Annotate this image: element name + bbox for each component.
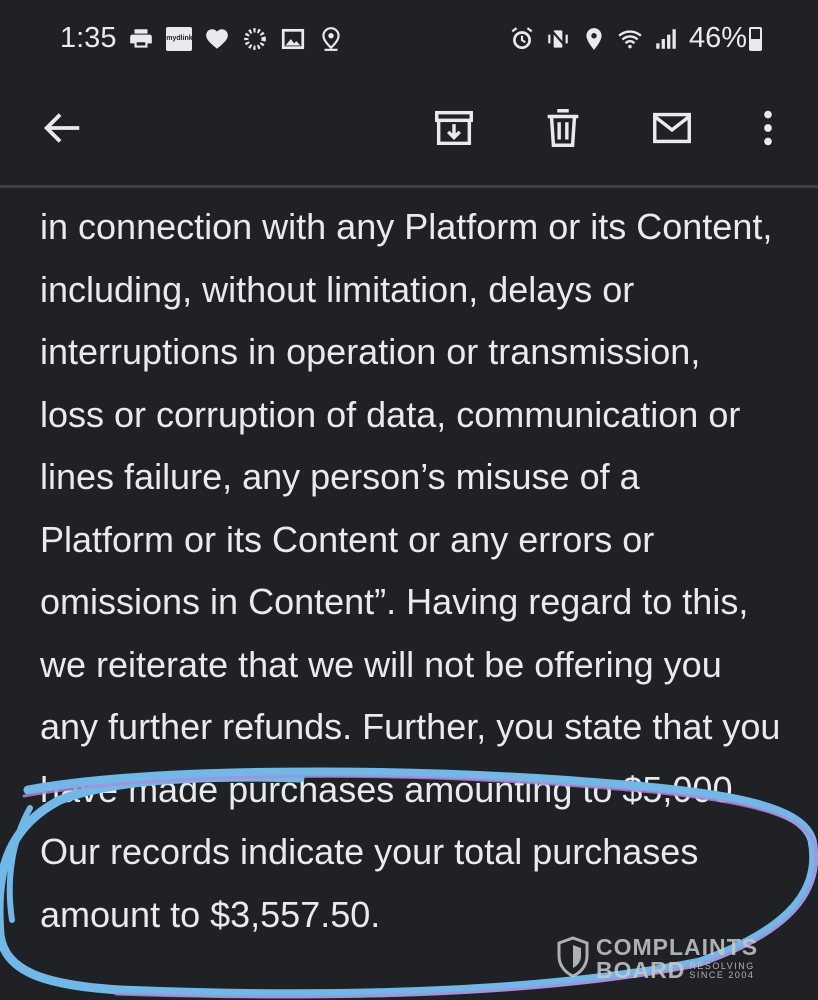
email-body-line: any further refunds. Further, you state … [40, 706, 781, 747]
alarm-icon [509, 26, 535, 52]
email-body-line: Our records indicate your total purchase… [40, 831, 699, 872]
email-body-line: including, without limitation, delays or [40, 268, 635, 310]
watermark-line1: COMPLAINTS [596, 934, 759, 960]
email-body-line: loss or corruption of data, communicatio… [40, 393, 741, 435]
watermark-line2: BOARD [596, 957, 686, 983]
battery-fill [751, 39, 760, 49]
email-body-line: lines failure, any person’s misuse of a [40, 456, 640, 497]
status-time: 1:35 [60, 22, 117, 54]
battery-icon [749, 26, 762, 51]
back-button[interactable] [30, 96, 94, 160]
printer-icon [128, 26, 154, 52]
more-options-button[interactable] [736, 96, 800, 160]
wifi-icon [617, 26, 643, 52]
vibrate-icon [545, 26, 571, 52]
back-arrow-icon [43, 113, 80, 143]
more-vert-icon [764, 110, 772, 146]
email-body-line: Platform or its Content or any errors or [40, 518, 655, 560]
email-body-line: have made purchases amounting to $5,000. [40, 768, 743, 810]
mark-unread-button[interactable] [640, 96, 704, 160]
heart-icon [204, 26, 230, 52]
toolbar-divider [0, 185, 818, 188]
battery-indicator: 46% [689, 22, 762, 55]
signal-icon [653, 26, 679, 52]
watermark-row2: BOARD RESOLVING SINCE 2004 [596, 959, 758, 982]
email-toolbar [0, 78, 818, 186]
watermark-tagline: RESOLVING SINCE 2004 [689, 961, 755, 980]
archive-button[interactable] [422, 96, 486, 160]
watermark-tag2: SINCE 2004 [689, 969, 755, 980]
status-left-group: 1:35 mydlink [60, 22, 344, 55]
archive-icon [435, 110, 473, 146]
mydlink-app-icon: mydlink [166, 26, 193, 51]
battery-percent: 46% [688, 22, 747, 54]
location-pin-icon [318, 26, 344, 52]
email-body-line: omissions in Content”. Having regard to … [40, 581, 749, 622]
email-body-line: in connection with any Platform or its C… [40, 206, 773, 247]
sync-progress-icon [242, 26, 268, 52]
watermark-text: COMPLAINTS BOARD RESOLVING SINCE 2004 [596, 936, 758, 982]
image-icon [280, 26, 306, 52]
watermark-logo: COMPLAINTS BOARD RESOLVING SINCE 2004 [556, 934, 776, 984]
status-right-group: 46% [509, 22, 762, 55]
delete-icon [547, 109, 579, 147]
delete-button[interactable] [531, 96, 595, 160]
email-body-line: interruptions in operation or transmissi… [40, 331, 701, 372]
location-icon [581, 26, 607, 52]
mail-icon [653, 112, 691, 144]
shield-icon [556, 935, 590, 983]
status-bar: 1:35 mydlink 46% [0, 0, 818, 78]
email-body: in connection with any Platform or its C… [40, 196, 818, 956]
email-body-line: we reiterate that we will not be offerin… [40, 643, 722, 685]
